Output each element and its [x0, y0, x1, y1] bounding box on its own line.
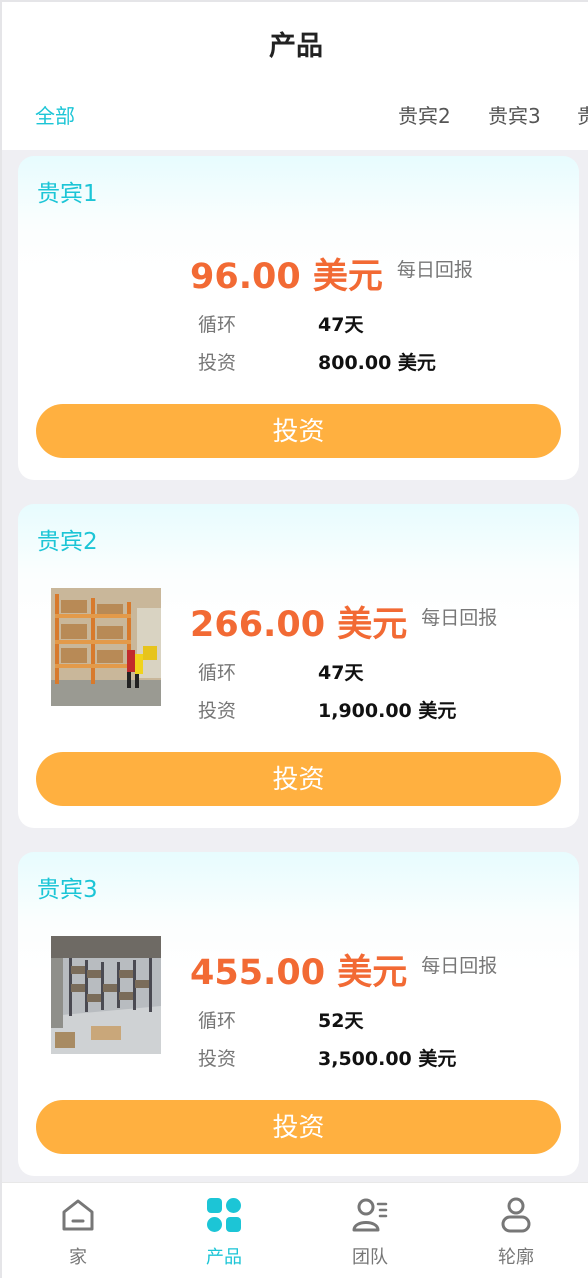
tab-all[interactable]: 全部: [35, 100, 75, 129]
product-name: 贵宾1: [37, 181, 98, 207]
daily-return-amount: 266.00 美元: [190, 605, 408, 645]
invest-value: 800.00 美元: [318, 352, 436, 374]
tabbar-label: 家: [69, 1247, 87, 1268]
invest-button[interactable]: 投资: [36, 752, 561, 806]
price-row: 96.00 美元 每日回报: [190, 248, 473, 299]
cycle-label: 循环: [198, 662, 237, 684]
product-name: 贵宾3: [37, 877, 98, 903]
team-icon: [352, 1198, 388, 1232]
tab-vip2[interactable]: 贵宾2: [398, 100, 451, 129]
cycle-value: 47天: [318, 314, 364, 336]
category-tabs: 全部 贵宾2 贵宾3 贵: [2, 100, 588, 132]
tabbar-products[interactable]: 产品: [174, 1195, 274, 1269]
daily-return-label: 每日回报: [421, 955, 498, 977]
invest-label: 投资: [198, 352, 237, 374]
cycle-row: 循环 47天: [198, 310, 363, 337]
daily-return-label: 每日回报: [421, 607, 498, 629]
daily-return-amount: 96.00 美元: [190, 257, 383, 297]
invest-label: 投资: [198, 700, 237, 722]
cycle-label: 循环: [198, 1010, 237, 1032]
header: 产品 全部 贵宾2 贵宾3 贵: [2, 2, 588, 150]
page-title: 产品: [269, 31, 323, 62]
products-page: 产品 全部 贵宾2 贵宾3 贵 贵宾1 96.00 美元每日回报 循环47天 投…: [0, 0, 588, 1278]
warehouse-image: [51, 588, 161, 706]
invest-label: 投资: [198, 1048, 237, 1070]
invest-button[interactable]: 投资: [36, 404, 561, 458]
cycle-row: 循环 47天: [198, 658, 363, 685]
tabbar-profile[interactable]: 轮廓: [466, 1195, 566, 1269]
tab-vip4-partial[interactable]: 贵: [577, 100, 588, 129]
tabbar-team[interactable]: 团队: [320, 1195, 420, 1269]
tab-vip3[interactable]: 贵宾3: [488, 100, 541, 129]
invest-row: 投资 800.00 美元: [198, 348, 436, 375]
invest-value: 3,500.00 美元: [318, 1048, 457, 1070]
bottom-tab-bar: 家 产品 团队 轮廓: [2, 1182, 588, 1278]
daily-return-amount: 455.00 美元: [190, 953, 408, 993]
cycle-value: 52天: [318, 1010, 364, 1032]
cycle-value: 47天: [318, 662, 364, 684]
tabbar-label: 产品: [206, 1247, 242, 1268]
product-card: 贵宾1 96.00 美元 每日回报 循环 47天 投资 800.00 美元 投资: [18, 156, 579, 480]
tabbar-home[interactable]: 家: [28, 1195, 128, 1269]
profile-icon: [501, 1197, 531, 1233]
price-row: 266.00 美元 每日回报: [190, 596, 497, 647]
product-card: 贵宾3 455.00 美元 每日回报 循环 52天 投资 3,500.00 美元…: [18, 852, 579, 1176]
tabbar-label: 团队: [352, 1247, 388, 1268]
cycle-label: 循环: [198, 314, 237, 336]
daily-return-label: 每日回报: [396, 259, 473, 281]
product-card: 贵宾2 266.00 美元 每日回报 循环 47天 投资 1,900.00 美元…: [18, 504, 579, 828]
warehouse-image: [51, 936, 161, 1054]
invest-row: 投资 1,900.00 美元: [198, 696, 456, 723]
home-icon: [62, 1199, 94, 1231]
product-name: 贵宾2: [37, 529, 98, 555]
invest-row: 投资 3,500.00 美元: [198, 1044, 456, 1071]
tabbar-label: 轮廓: [498, 1247, 534, 1268]
price-row: 455.00 美元 每日回报: [190, 944, 497, 995]
cycle-row: 循环 52天: [198, 1006, 363, 1033]
invest-button[interactable]: 投资: [36, 1100, 561, 1154]
products-icon: [207, 1198, 241, 1232]
invest-value: 1,900.00 美元: [318, 700, 457, 722]
